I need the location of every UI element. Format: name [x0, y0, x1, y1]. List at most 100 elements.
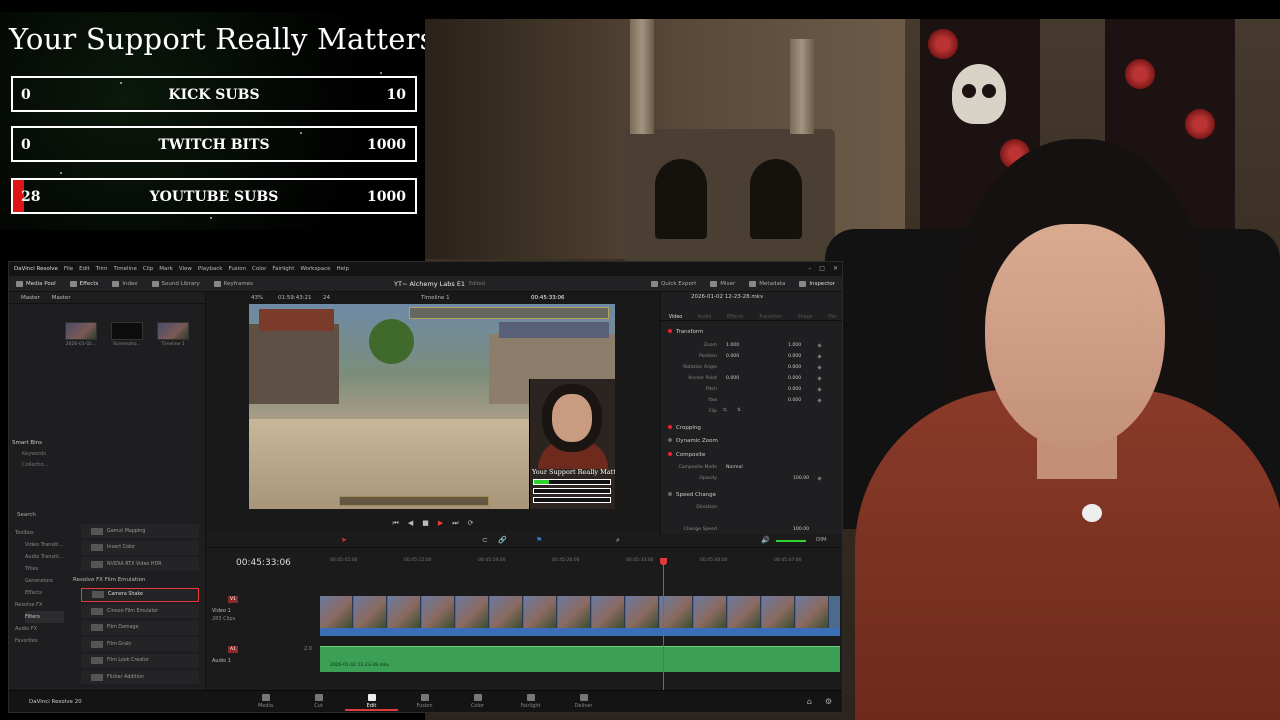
page-deliver[interactable]: Deliver [557, 694, 610, 711]
timeline-ruler[interactable]: 00:45:05:00 00:45:12:00 00:45:19:00 00:4… [320, 558, 842, 570]
tree-item[interactable]: Titles [25, 563, 64, 575]
tree-item[interactable]: Audio Transiti... [25, 551, 64, 563]
tab-audio[interactable]: Audio [698, 315, 712, 320]
flip-vertical-icon[interactable]: ⇅ [737, 408, 741, 413]
tab-effects[interactable]: Effects [727, 315, 743, 320]
gear-icon[interactable]: ⚙ [825, 697, 832, 706]
section-cropping[interactable]: Cropping [668, 425, 701, 431]
tree-item-selected[interactable]: Filters [25, 611, 64, 623]
yaw-field[interactable]: 0.000 [788, 398, 801, 403]
sound-library-button[interactable]: Sound Library [145, 276, 207, 291]
section-composite[interactable]: Composite [668, 452, 705, 458]
effects-search-field[interactable]: Search [17, 512, 36, 518]
smart-bin-collections[interactable]: Collectio... [22, 462, 48, 468]
index-button[interactable]: Index [105, 276, 144, 291]
change-speed-field[interactable]: 100.00 [793, 527, 809, 532]
tree-item[interactable]: Audio FX [15, 623, 64, 635]
keyframe-icon[interactable] [817, 354, 822, 359]
effect-item[interactable]: Flicker Addition [81, 670, 199, 684]
effect-item[interactable]: NVIDIA RTX Video HDR [81, 557, 199, 571]
track-tag-a1[interactable]: A1 [228, 646, 238, 653]
section-speed-change[interactable]: Speed Change [668, 492, 716, 498]
bin-tab-master[interactable]: Master [21, 295, 40, 301]
tree-item[interactable]: Resolve FX [15, 599, 64, 611]
tree-item[interactable]: Toolbox [15, 527, 64, 539]
position-y-field[interactable]: 0.000 [788, 354, 801, 359]
menu-timeline[interactable]: Timeline [114, 266, 137, 272]
menu-help[interactable]: Help [337, 266, 350, 272]
viewer-frame[interactable]: Your Support Really Matters [249, 304, 615, 509]
mixer-button[interactable]: Mixer [703, 276, 742, 292]
position-x-field[interactable]: 0.000 [726, 354, 739, 359]
smart-bin-keywords[interactable]: Keywords [22, 451, 48, 457]
playhead[interactable] [660, 558, 667, 690]
menu-clip[interactable]: Clip [143, 266, 153, 272]
flag-icon[interactable]: ⚑ [536, 536, 542, 544]
clip-thumbnail[interactable]: Screensho... [111, 322, 143, 347]
loop-icon[interactable]: ⟳ [468, 519, 474, 527]
tab-file[interactable]: File [828, 315, 836, 320]
audio-clip[interactable]: 2026-01-02 12-23-28.mkv [320, 646, 840, 672]
flip-horizontal-icon[interactable]: ⇆ [723, 408, 727, 413]
opacity-field[interactable]: 100.00 [793, 476, 809, 481]
viewer-zoom[interactable]: 43% [251, 295, 263, 301]
video-clip[interactable]: 2026-01-02 12-23-28.mkv [320, 596, 840, 636]
tree-item[interactable]: Favorites [15, 635, 64, 647]
menu-playback[interactable]: Playback [198, 266, 223, 272]
tab-image[interactable]: Image [798, 315, 813, 320]
quick-export-button[interactable]: Quick Export [644, 276, 703, 292]
jump-end-icon[interactable]: ⏭ [452, 519, 458, 528]
bin-tab-master-folder[interactable]: Master [52, 295, 71, 301]
clip-thumbnail[interactable]: 2026-01-02... [65, 322, 97, 347]
page-fusion[interactable]: Fusion [398, 694, 451, 711]
effect-item[interactable]: Cineon Film Emulator [81, 604, 199, 618]
clip-thumbnail[interactable]: Timeline 1 [157, 322, 189, 347]
keyframe-icon[interactable] [817, 476, 822, 481]
tree-item[interactable]: Effects [25, 587, 64, 599]
menu-fusion[interactable]: Fusion [228, 266, 246, 272]
page-fairlight[interactable]: Fairlight [504, 694, 557, 711]
tree-item[interactable]: Generators [25, 575, 64, 587]
page-edit[interactable]: Edit [345, 694, 398, 711]
inspector-button[interactable]: Inspector [792, 276, 842, 292]
menu-mark[interactable]: Mark [159, 266, 173, 272]
keyframe-icon[interactable] [817, 343, 822, 348]
effect-item-selected[interactable]: Camera Shake [81, 587, 199, 602]
page-color[interactable]: Color [451, 694, 504, 711]
zoom-search-icon[interactable]: ⌕ [616, 536, 620, 545]
effect-item[interactable]: Film Damage [81, 620, 199, 635]
minimize-icon[interactable]: – [808, 265, 811, 272]
page-cut[interactable]: Cut [292, 694, 345, 711]
snapping-icon[interactable]: ⊂ [482, 536, 488, 544]
keyframe-icon[interactable] [817, 398, 822, 403]
close-icon[interactable]: ✕ [833, 265, 838, 272]
effect-item[interactable]: Film Grain [81, 637, 199, 651]
tab-video[interactable]: Video [669, 315, 682, 320]
zoom-x-field[interactable]: 1.000 [726, 343, 739, 348]
keyframe-icon[interactable] [817, 376, 822, 381]
tab-transition[interactable]: Transition [759, 315, 782, 320]
effect-item[interactable]: Invert Color [81, 540, 199, 555]
section-transform[interactable]: Transform [668, 329, 703, 335]
metadata-button[interactable]: Metadata [742, 276, 792, 292]
anchor-y-field[interactable]: 0.000 [788, 376, 801, 381]
rotation-field[interactable]: 0.000 [788, 365, 801, 370]
pitch-field[interactable]: 0.000 [788, 387, 801, 392]
keyframes-button[interactable]: Keyframes [207, 276, 260, 291]
section-dynamic-zoom[interactable]: Dynamic Zoom [668, 438, 718, 444]
maximize-icon[interactable]: □ [819, 265, 825, 272]
menu-workspace[interactable]: Workspace [300, 266, 330, 272]
speaker-icon[interactable]: 🔊 [761, 536, 770, 544]
composite-mode-select[interactable]: Normal [726, 465, 743, 470]
timeline-name[interactable]: Timeline 1 [421, 295, 450, 301]
keyframe-icon[interactable] [817, 387, 822, 392]
menu-view[interactable]: View [179, 266, 192, 272]
effect-item[interactable]: Gamut Mapping [81, 524, 199, 538]
stop-icon[interactable]: ■ [422, 519, 429, 527]
anchor-x-field[interactable]: 0.000 [726, 376, 739, 381]
effects-button[interactable]: Effects [63, 276, 106, 291]
keyframe-icon[interactable] [817, 365, 822, 370]
play-icon[interactable]: ▶ [438, 519, 443, 527]
jump-start-icon[interactable]: ⏮ [393, 519, 399, 528]
menu-trim[interactable]: Trim [96, 266, 108, 272]
